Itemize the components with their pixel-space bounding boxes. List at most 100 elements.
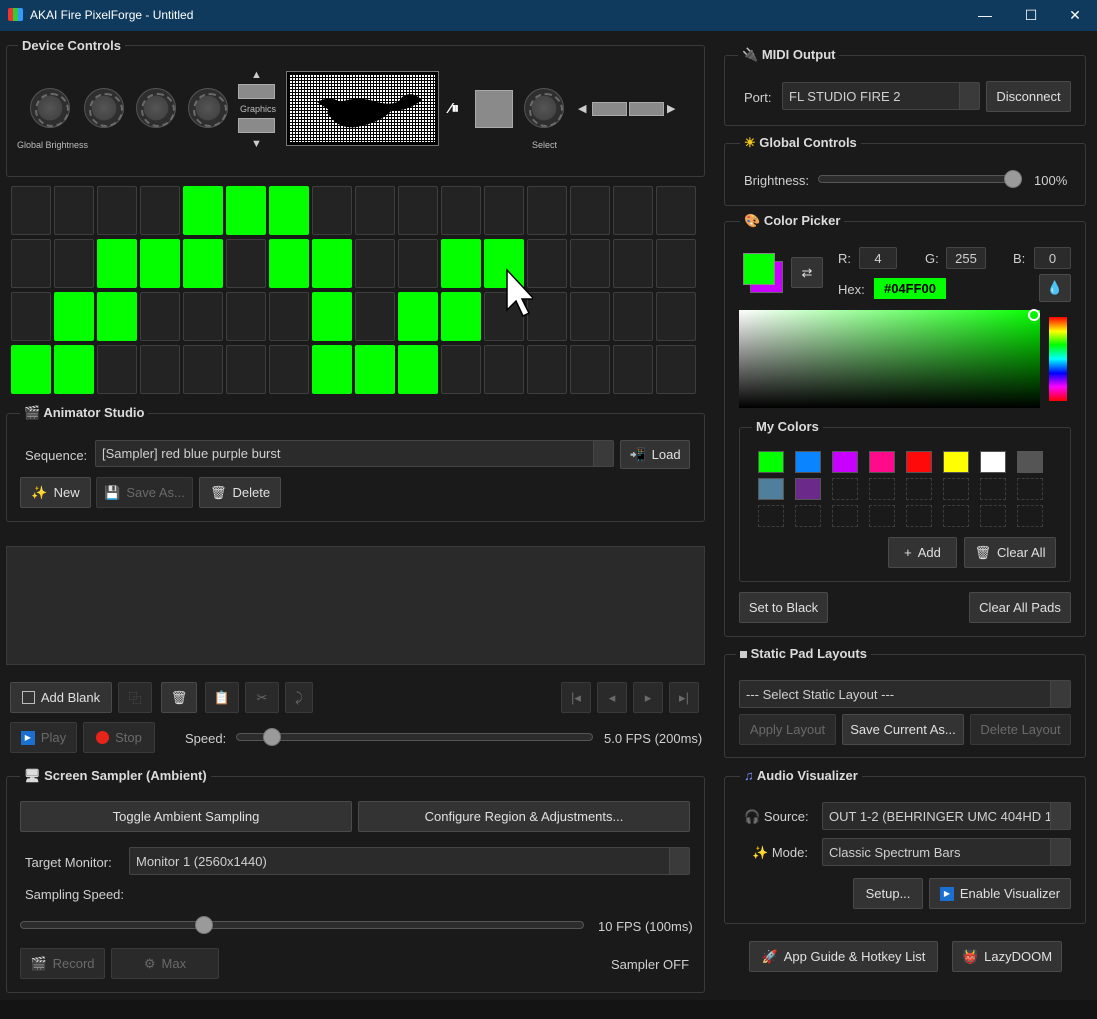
select-knob[interactable] [524,88,564,128]
pad-r1-c4[interactable] [183,239,223,288]
play-button[interactable]: ▶ Play [10,722,77,753]
color-swatch-9[interactable] [795,478,821,500]
pad-r3-c14[interactable] [613,345,653,394]
stop-button[interactable]: Stop [83,722,155,753]
hue-slider[interactable] [1049,317,1067,401]
pattern-up-button[interactable] [238,84,275,99]
color-picker-handle[interactable] [1028,309,1040,321]
mixer-knob[interactable] [136,88,176,128]
color-swatch-10[interactable] [832,478,858,500]
pad-r1-c9[interactable] [398,239,438,288]
disconnect-button[interactable]: Disconnect [986,81,1071,112]
pad-r0-c1[interactable] [54,186,94,235]
pad-r2-c6[interactable] [269,292,309,341]
clear-all-pads-button[interactable]: Clear All Pads [969,592,1071,623]
pad-r3-c11[interactable] [484,345,524,394]
save-as-button[interactable]: 💾 Save As... [96,477,193,508]
g-input[interactable]: 255 [946,247,986,269]
color-swatch-4[interactable] [906,451,932,473]
brightness-slider-track[interactable] [818,175,1022,183]
pad-r1-c14[interactable] [613,239,653,288]
color-swatch-15[interactable] [1017,478,1043,500]
grid-right-icon[interactable]: ▶ [667,102,675,115]
pad-r3-c2[interactable] [97,345,137,394]
pad-r2-c14[interactable] [613,292,653,341]
pad-r1-c1[interactable] [54,239,94,288]
pad-r3-c4[interactable] [183,345,223,394]
add-blank-frame-button[interactable]: Add Blank [10,682,112,713]
pad-r2-c4[interactable] [183,292,223,341]
speed-slider-track[interactable] [236,733,593,741]
color-swatch-21[interactable] [943,505,969,527]
color-swatch-8[interactable] [758,478,784,500]
minimize-button[interactable]: — [962,0,1008,31]
pad-r3-c7[interactable] [312,345,352,394]
load-button[interactable]: 📲 Load [620,440,690,469]
pad-r0-c2[interactable] [97,186,137,235]
audio-source-combo[interactable]: OUT 1-2 (BEHRINGER UMC 404HD 19 [822,802,1071,830]
pad-r2-c10[interactable] [441,292,481,341]
close-button[interactable]: ✕ [1052,0,1097,31]
color-swatch-11[interactable] [869,478,895,500]
cut-frame-button[interactable]: ✂ [245,682,279,713]
visualizer-setup-button[interactable]: Setup... [853,878,923,909]
pad-r1-c2[interactable] [97,239,137,288]
pad-r3-c13[interactable] [570,345,610,394]
b-input[interactable]: 0 [1034,247,1071,269]
mode-icon[interactable]: ⁄⏸ [449,100,459,117]
color-swatch-18[interactable] [832,505,858,527]
up-arrow-icon[interactable]: ▲ [251,69,262,81]
pad-r3-c6[interactable] [269,345,309,394]
pad-r3-c5[interactable] [226,345,266,394]
pad-r1-c5[interactable] [226,239,266,288]
pad-r0-c7[interactable] [312,186,352,235]
duplicate-frame-button[interactable]: ⿻ [118,682,152,713]
color-swatch-22[interactable] [980,505,1006,527]
saturation-value-area[interactable] [739,310,1040,408]
pad-r1-c15[interactable] [656,239,696,288]
pad-r2-c13[interactable] [570,292,610,341]
add-color-button[interactable]: + Add [888,537,957,568]
channel-knob[interactable] [84,88,124,128]
pad-r0-c10[interactable] [441,186,481,235]
maximize-button[interactable]: ☐ [1008,0,1054,31]
pad-r0-c11[interactable] [484,186,524,235]
first-frame-button[interactable]: |◂ [561,682,591,713]
brightness-slider-handle[interactable] [1004,170,1022,188]
pad-r3-c8[interactable] [355,345,395,394]
color-swatch-1[interactable] [795,451,821,473]
max-button[interactable]: ⚙ Max [111,948,219,979]
color-swatch-2[interactable] [832,451,858,473]
pad-r2-c7[interactable] [312,292,352,341]
pad-r0-c15[interactable] [656,186,696,235]
color-swatch-7[interactable] [1017,451,1043,473]
color-swatch-16[interactable] [758,505,784,527]
color-swatch-5[interactable] [943,451,969,473]
pad-r1-c12[interactable] [527,239,567,288]
visualizer-mode-combo[interactable]: Classic Spectrum Bars [822,838,1071,866]
pad-r2-c5[interactable] [226,292,266,341]
delete-sequence-button[interactable]: 🗑 Delete [199,477,281,508]
delete-frame-button[interactable]: 🗑 [161,682,197,713]
pad-r3-c12[interactable] [527,345,567,394]
color-swatch-13[interactable] [943,478,969,500]
pad-r2-c9[interactable] [398,292,438,341]
pad-r1-c6[interactable] [269,239,309,288]
last-frame-button[interactable]: ▸| [669,682,699,713]
pad-r1-c7[interactable] [312,239,352,288]
primary-color-swatch[interactable] [743,253,775,285]
pad-r0-c14[interactable] [613,186,653,235]
grid-left-icon[interactable]: ◀ [578,102,586,115]
grid-left-button[interactable] [592,102,627,116]
pad-r0-c8[interactable] [355,186,395,235]
delete-layout-button[interactable]: Delete Layout [970,714,1071,745]
color-swatch-23[interactable] [1017,505,1043,527]
color-swatch-6[interactable] [980,451,1006,473]
pad-r2-c12[interactable] [527,292,567,341]
configure-region-button[interactable]: Configure Region & Adjustments... [358,801,690,832]
color-swatch-0[interactable] [758,451,784,473]
pad-r2-c8[interactable] [355,292,395,341]
pad-r2-c3[interactable] [140,292,180,341]
pad-r3-c1[interactable] [54,345,94,394]
target-monitor-combo[interactable]: Monitor 1 (2560x1440) [129,847,690,875]
